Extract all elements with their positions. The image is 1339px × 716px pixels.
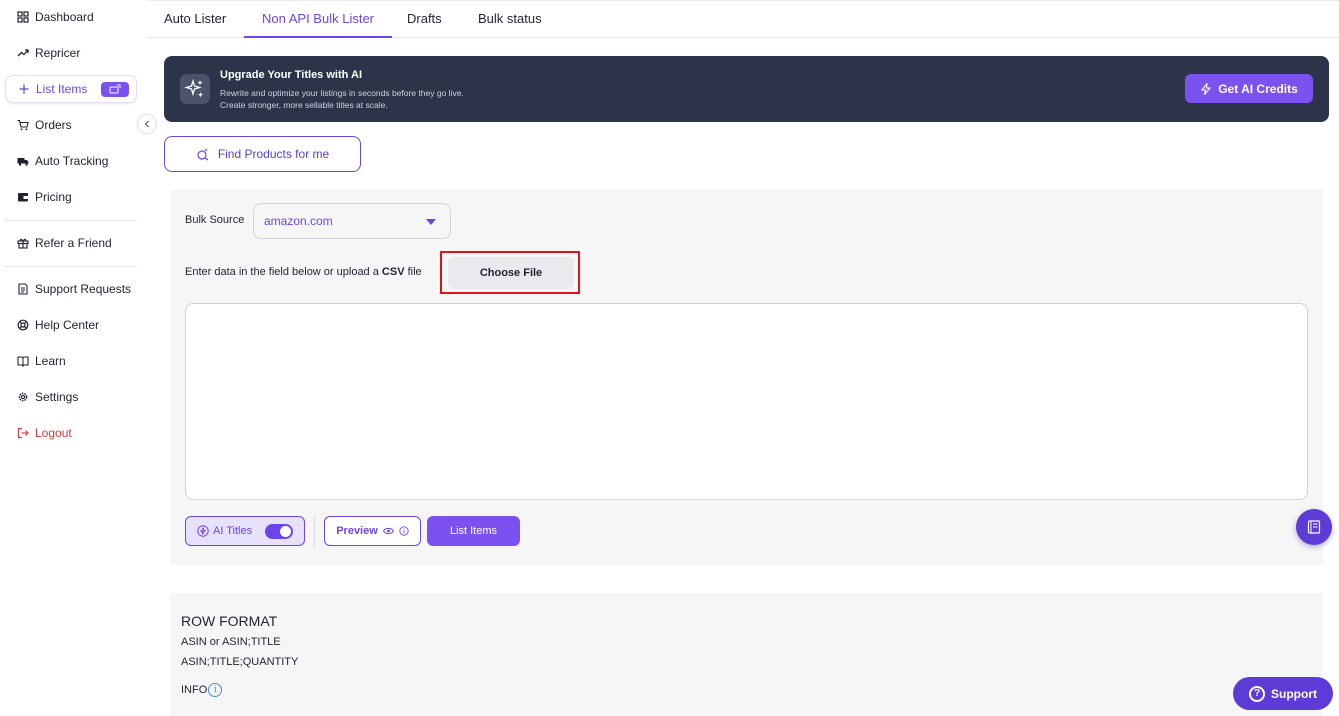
upload-instructions-text: Enter data in the field below or upload … xyxy=(185,266,379,278)
get-ai-credits-button[interactable]: Get AI Credits xyxy=(1185,74,1313,103)
banner-title: Upgrade Your Titles with AI xyxy=(220,69,363,81)
document-icon xyxy=(17,283,29,295)
sidebar-item-list-items[interactable]: List Items xyxy=(5,75,137,103)
sidebar-divider xyxy=(5,266,137,267)
sidebar-item-logout[interactable]: Logout xyxy=(5,419,137,447)
gift-icon xyxy=(17,237,29,249)
info-icon[interactable]: i xyxy=(208,683,223,697)
question-icon: ? xyxy=(1249,685,1265,702)
sidebar-item-label: Orders xyxy=(35,118,72,132)
sidebar-item-label: Learn xyxy=(35,354,66,368)
ai-titles-toggle-group[interactable]: AI Titles xyxy=(185,516,305,546)
support-button[interactable]: ? Support xyxy=(1233,677,1333,710)
truck-icon xyxy=(17,155,29,167)
choose-file-highlight: Choose File xyxy=(440,251,580,294)
tab-bar: Auto Lister Non API Bulk Lister Drafts B… xyxy=(146,0,1339,38)
tab-auto-lister[interactable]: Auto Lister xyxy=(164,1,226,38)
bulk-data-input[interactable] xyxy=(185,303,1308,500)
upload-instructions-suffix: file xyxy=(407,266,422,278)
bolt-icon xyxy=(1201,82,1212,95)
upload-instructions: Enter data in the field below or upload … xyxy=(185,266,422,278)
sidebar-item-label: Dashboard xyxy=(35,10,94,24)
preview-button[interactable]: Preview xyxy=(324,516,421,546)
ai-titles-label: AI Titles xyxy=(213,525,253,537)
magic-badge-icon xyxy=(101,81,130,97)
sidebar-item-label: Settings xyxy=(35,390,79,404)
sidebar-item-learn[interactable]: Learn xyxy=(5,347,137,375)
wallet-icon xyxy=(17,191,29,203)
banner-subtitle: Rewrite and optimize your listings in se… xyxy=(220,87,464,111)
ai-upgrade-banner: Upgrade Your Titles with AI Rewrite and … xyxy=(164,56,1329,122)
info-circle-icon xyxy=(399,526,409,536)
actions-divider xyxy=(314,515,315,547)
row-format-title: ROW FORMAT xyxy=(181,613,278,629)
row-format-line: ASIN;TITLE;QUANTITY xyxy=(181,656,299,668)
trend-icon xyxy=(17,47,29,59)
sidebar-item-label: Help Center xyxy=(35,318,100,332)
notes-floating-button[interactable] xyxy=(1296,509,1332,545)
switch-knob xyxy=(280,526,291,537)
choose-file-button[interactable]: Choose File xyxy=(448,257,574,289)
row-format-line: ASIN or ASIN;TITLE xyxy=(181,636,281,648)
sidebar-item-label: List Items xyxy=(36,82,88,96)
sidebar-item-label: Support Requests xyxy=(35,282,132,296)
sidebar-item-pricing[interactable]: Pricing xyxy=(5,183,137,211)
ai-titles-switch[interactable] xyxy=(265,524,293,539)
gear-icon xyxy=(17,391,29,403)
sidebar: Dashboard Repricer List Items Orders Aut… xyxy=(0,0,146,716)
bulk-lister-panel: Bulk Source amazon.com Enter data in the… xyxy=(170,190,1323,565)
sidebar-item-support-requests[interactable]: Support Requests xyxy=(5,275,137,303)
sidebar-item-help-center[interactable]: Help Center xyxy=(5,311,137,339)
csv-label: CSV xyxy=(381,266,405,278)
sidebar-item-label: Repricer xyxy=(35,46,81,60)
tab-non-api-bulk-lister[interactable]: Non API Bulk Lister xyxy=(244,1,392,38)
tab-bulk-status[interactable]: Bulk status xyxy=(478,1,542,38)
list-items-button[interactable]: List Items xyxy=(427,516,520,546)
sparkles-icon xyxy=(180,74,210,104)
support-label: Support xyxy=(1271,686,1317,701)
bulk-source-label: Bulk Source xyxy=(185,214,245,226)
sidebar-item-label: Auto Tracking xyxy=(35,154,109,168)
bulk-source-select[interactable]: amazon.com xyxy=(253,203,451,239)
row-format-info: INFO i xyxy=(181,683,223,697)
book-icon xyxy=(17,355,29,367)
tab-drafts[interactable]: Drafts xyxy=(407,1,442,38)
magic-search-icon xyxy=(197,148,209,161)
logout-icon xyxy=(17,427,29,439)
caret-down-icon xyxy=(426,219,436,225)
preview-label: Preview xyxy=(336,525,378,537)
sidebar-item-label: Refer a Friend xyxy=(35,236,112,250)
eye-icon xyxy=(382,527,394,535)
find-products-label: Find Products for me xyxy=(217,147,330,161)
info-label: INFO xyxy=(181,684,208,696)
chevron-left-icon xyxy=(144,120,149,128)
banner-subtitle-line: Create stronger, more sellable titles at… xyxy=(220,100,388,110)
ai-bolt-icon xyxy=(197,525,209,537)
lifebuoy-icon xyxy=(17,319,29,331)
sidebar-item-orders[interactable]: Orders xyxy=(5,111,137,139)
sidebar-item-label: Pricing xyxy=(35,190,72,204)
bulk-source-value: amazon.com xyxy=(264,214,333,228)
sidebar-item-settings[interactable]: Settings xyxy=(5,383,137,411)
sidebar-item-refer-a-friend[interactable]: Refer a Friend xyxy=(5,229,137,257)
sidebar-item-repricer[interactable]: Repricer xyxy=(5,39,137,67)
sidebar-divider xyxy=(5,220,137,221)
sidebar-item-dashboard[interactable]: Dashboard xyxy=(5,3,137,31)
cart-icon xyxy=(17,119,29,131)
sidebar-collapse-button[interactable] xyxy=(137,114,157,134)
row-format-section: ROW FORMAT ASIN or ASIN;TITLE ASIN;TITLE… xyxy=(170,593,1323,716)
plus-icon xyxy=(18,83,30,95)
banner-subtitle-line: Rewrite and optimize your listings in se… xyxy=(220,88,464,98)
sidebar-item-label: Logout xyxy=(35,426,72,440)
notebook-icon xyxy=(1307,520,1321,534)
find-products-button[interactable]: Find Products for me xyxy=(164,136,361,172)
grid-icon xyxy=(17,11,29,23)
sidebar-item-auto-tracking[interactable]: Auto Tracking xyxy=(5,147,137,175)
get-ai-credits-label: Get AI Credits xyxy=(1218,81,1298,96)
